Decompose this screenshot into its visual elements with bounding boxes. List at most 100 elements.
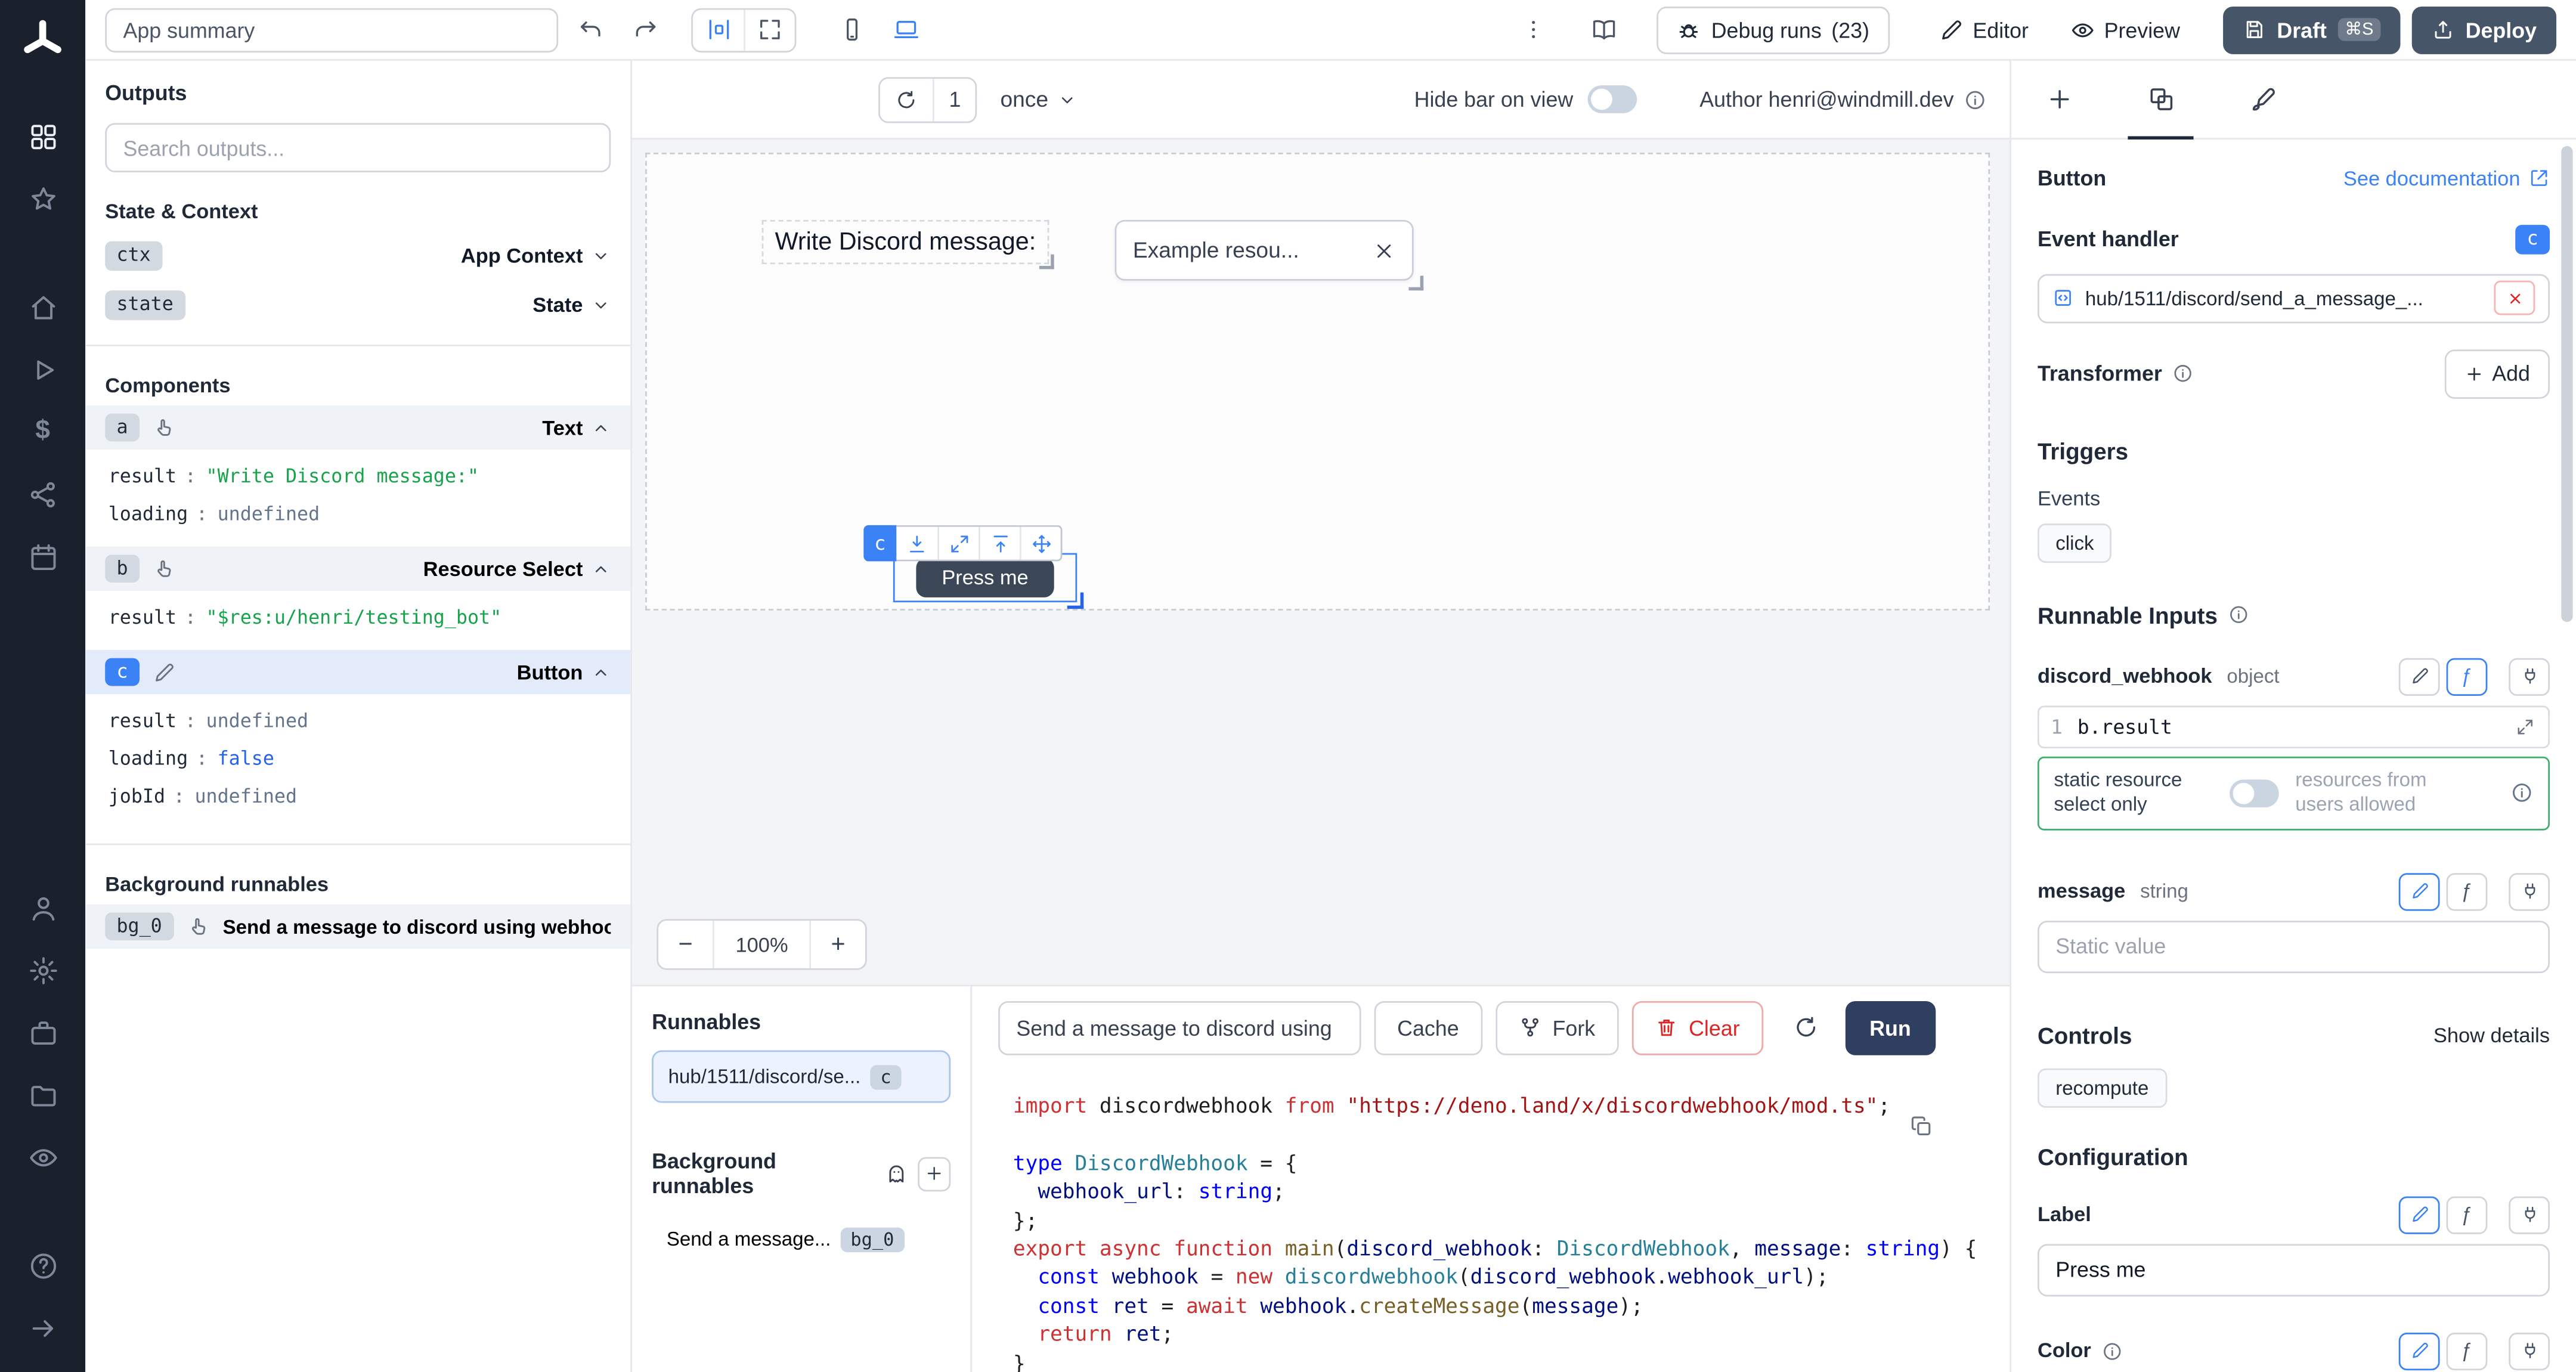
- color-static-editor-button[interactable]: [2399, 1333, 2440, 1370]
- background-runnable-header[interactable]: bg_0 Send a message to discord using web…: [85, 905, 630, 949]
- component-c-outputs: result:undefined loading:false jobId:und…: [85, 694, 630, 829]
- message-connect-button[interactable]: [2509, 873, 2550, 910]
- attached-runnable-chip[interactable]: hub/1511/discord/send_a_message_...: [2038, 274, 2550, 323]
- show-details-link[interactable]: Show details: [2433, 1024, 2550, 1047]
- sidebar-variables-button[interactable]: $: [13, 404, 72, 460]
- label-connect-button[interactable]: [2509, 1196, 2550, 1234]
- press-me-button[interactable]: Press me: [915, 558, 1054, 597]
- fullscreen-button[interactable]: [744, 9, 794, 50]
- more-menu-button[interactable]: [1513, 8, 1556, 51]
- sidebar-schedules-button[interactable]: [13, 528, 72, 584]
- run-button[interactable]: Run: [1845, 1001, 1936, 1055]
- sidebar-help-button[interactable]: [13, 1237, 72, 1293]
- color-connect-button[interactable]: [2509, 1333, 2550, 1370]
- component-type-title: Button: [2038, 166, 2106, 190]
- sidebar-home-button[interactable]: [13, 279, 72, 335]
- search-outputs-input[interactable]: [105, 123, 611, 172]
- windmill-logo[interactable]: [18, 17, 67, 66]
- preview-tab-button[interactable]: Preview: [2055, 6, 2195, 54]
- runnable-item-selected[interactable]: hub/1511/discord/se... c: [652, 1051, 950, 1103]
- webhook-expression-input[interactable]: 1 b.result: [2038, 705, 2550, 748]
- clear-button[interactable]: Clear: [1631, 1001, 1763, 1055]
- sidebar-settings-button[interactable]: [13, 942, 72, 998]
- hide-bar-toggle[interactable]: [1588, 85, 1637, 113]
- sidebar-favorites-button[interactable]: [13, 171, 72, 227]
- text-component[interactable]: Write Discord message:: [769, 227, 1043, 258]
- sidebar-apps-button[interactable]: [13, 109, 72, 165]
- add-background-runnable-button[interactable]: [918, 1156, 951, 1191]
- expand-component-button[interactable]: [937, 527, 979, 560]
- deploy-button[interactable]: Deploy: [2411, 6, 2556, 54]
- reload-script-button[interactable]: [1786, 1014, 1825, 1040]
- info-icon[interactable]: [2510, 782, 2534, 805]
- tab-component-settings[interactable]: [2133, 61, 2189, 138]
- undo-button[interactable]: [569, 8, 612, 51]
- resources-from-users-toggle[interactable]: [2230, 779, 2279, 807]
- label-static-editor-button[interactable]: [2399, 1196, 2440, 1234]
- eye-icon: [2070, 17, 2094, 42]
- docs-button[interactable]: [1583, 8, 1626, 51]
- message-static-value-input[interactable]: [2038, 921, 2550, 973]
- component-b-header[interactable]: b Resource Select: [85, 547, 630, 591]
- editor-tab-button[interactable]: Editor: [1924, 6, 2044, 54]
- webhook-eval-button[interactable]: ƒ: [2447, 658, 2488, 695]
- draft-save-button[interactable]: Draft ⌘S: [2223, 6, 2400, 54]
- anchor-component-button[interactable]: [979, 527, 1020, 560]
- sidebar-folders-button[interactable]: [13, 1067, 72, 1123]
- ctx-expand-button[interactable]: App Context: [461, 244, 611, 268]
- zoom-in-button[interactable]: +: [811, 921, 865, 968]
- label-value-input[interactable]: [2038, 1244, 2550, 1296]
- info-icon[interactable]: [2101, 1341, 2122, 1362]
- script-name-input[interactable]: Send a message to discord using: [998, 1001, 1361, 1055]
- ctx-row[interactable]: ctx App Context: [85, 231, 630, 281]
- state-expand-button[interactable]: State: [532, 294, 611, 317]
- cache-button[interactable]: Cache: [1374, 1001, 1482, 1055]
- tab-insert-component[interactable]: [2031, 61, 2087, 138]
- webhook-static-editor-button[interactable]: [2399, 658, 2440, 695]
- zoom-out-button[interactable]: −: [658, 921, 713, 968]
- sidebar-collapse-button[interactable]: [13, 1300, 72, 1356]
- sidebar-audit-button[interactable]: [13, 1129, 72, 1185]
- settings-scrollbar[interactable]: [2561, 146, 2572, 622]
- component-c-header[interactable]: c Button: [85, 650, 630, 694]
- label-eval-button[interactable]: ƒ: [2447, 1196, 2488, 1234]
- app-summary-input[interactable]: [105, 7, 558, 51]
- message-static-editor-button[interactable]: [2399, 873, 2440, 910]
- debug-runs-button[interactable]: Debug runs (23): [1657, 6, 1889, 54]
- resource-select-component[interactable]: Example resou...: [1115, 220, 1414, 281]
- detach-runnable-button[interactable]: [2494, 281, 2535, 315]
- webhook-connect-button[interactable]: [2509, 658, 2550, 695]
- sidebar-runs-button[interactable]: [13, 341, 72, 397]
- copy-code-button[interactable]: [1909, 1114, 1934, 1139]
- component-a-header[interactable]: a Text: [85, 405, 630, 450]
- sidebar-account-button[interactable]: [13, 879, 72, 936]
- see-documentation-link[interactable]: See documentation: [2343, 166, 2550, 190]
- center-layout-button[interactable]: [693, 9, 744, 50]
- fork-button[interactable]: Fork: [1495, 1001, 1618, 1055]
- expand-expression-button[interactable]: [2515, 717, 2535, 736]
- app-canvas[interactable]: Write Discord message: Example resou... …: [645, 153, 1990, 611]
- book-icon: [1592, 17, 1618, 43]
- divider: [85, 844, 630, 846]
- clear-select-button[interactable]: [1373, 239, 1396, 262]
- info-icon[interactable]: [2227, 605, 2249, 626]
- state-row[interactable]: state State: [85, 281, 630, 330]
- info-icon[interactable]: [1964, 88, 1987, 111]
- sidebar-resources-button[interactable]: [13, 466, 72, 522]
- message-eval-button[interactable]: ƒ: [2447, 873, 2488, 910]
- add-transformer-button[interactable]: Add: [2444, 349, 2550, 399]
- code-editor[interactable]: import discordwebhook from "https://deno…: [972, 1069, 2010, 1372]
- tab-styling[interactable]: [2234, 61, 2290, 138]
- mobile-view-button[interactable]: [831, 8, 874, 51]
- sidebar-workers-button[interactable]: [13, 1004, 72, 1060]
- background-runnable-item[interactable]: Send a message... bg_0: [652, 1215, 950, 1264]
- redo-button[interactable]: [624, 8, 667, 51]
- info-icon[interactable]: [2172, 363, 2193, 385]
- color-eval-button[interactable]: ƒ: [2447, 1333, 2488, 1370]
- move-component-button[interactable]: [1020, 527, 1061, 560]
- refresh-app-button[interactable]: [880, 78, 933, 121]
- desktop-view-button[interactable]: [885, 8, 928, 51]
- help-icon: [27, 1250, 58, 1281]
- frequency-select[interactable]: once: [1000, 87, 1076, 112]
- dock-component-button[interactable]: [896, 527, 937, 560]
